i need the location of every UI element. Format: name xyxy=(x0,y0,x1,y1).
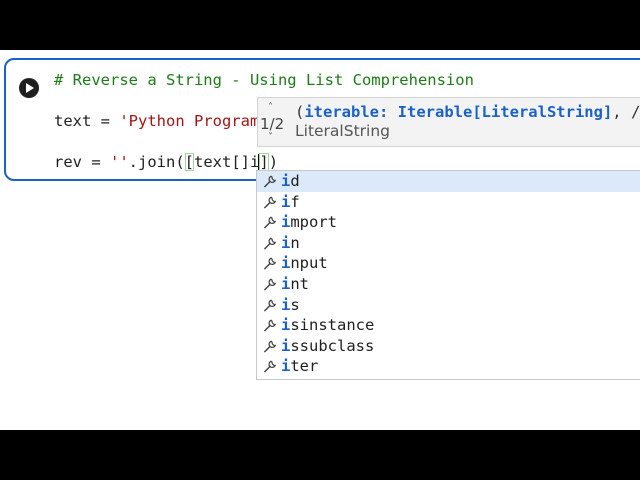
top-letterbox xyxy=(0,0,640,50)
suggestion-item[interactable]: issubclass xyxy=(257,336,640,357)
bracket-match-close: ] xyxy=(259,153,269,171)
suggestion-rest: ter xyxy=(290,357,319,376)
suggestion-item[interactable]: in xyxy=(257,233,640,254)
bracket-match-open: [ xyxy=(184,153,195,171)
suggestion-label: int xyxy=(281,274,309,295)
suggestion-item[interactable]: iter xyxy=(257,356,640,377)
suggestion-item[interactable]: input xyxy=(257,253,640,274)
run-cell-button[interactable] xyxy=(19,78,39,98)
match-highlight: i xyxy=(281,336,291,355)
suggestion-label: isinstance xyxy=(281,315,374,336)
wrench-icon xyxy=(262,339,278,354)
sig-open: ( xyxy=(295,103,305,121)
wrench-icon xyxy=(262,359,278,374)
code-line-text-assign: text = 'Python Program xyxy=(54,111,259,131)
match-highlight: i xyxy=(281,172,291,190)
signature-nav[interactable]: ˄ 1/2 ˅ xyxy=(258,98,288,148)
match-highlight: i xyxy=(281,295,291,314)
wrench-icon xyxy=(262,236,278,251)
wrench-icon xyxy=(262,174,278,189)
suggestion-rest: mport xyxy=(290,213,338,232)
match-highlight: i xyxy=(281,192,291,211)
signature-params: (iterable: Iterable[LiteralString], / xyxy=(295,102,640,122)
wrench-icon xyxy=(262,195,278,210)
suggestion-label: if xyxy=(281,192,300,213)
string-literal: 'Python Program xyxy=(119,112,260,130)
code-line-rev-assign[interactable]: rev = ''.join([text[]i]) xyxy=(54,152,278,172)
chevron-up-icon[interactable]: ˄ xyxy=(268,102,273,113)
active-parameter: iterable: Iterable[LiteralString] xyxy=(304,103,613,121)
wrench-icon xyxy=(262,318,278,333)
match-highlight: i xyxy=(281,233,291,252)
code-token: text[] xyxy=(194,153,251,171)
wrench-icon xyxy=(262,277,278,292)
suggestion-label: in xyxy=(281,233,300,254)
suggestion-item[interactable]: is xyxy=(257,295,640,316)
notebook-canvas: # Reverse a String - Using List Comprehe… xyxy=(0,50,640,430)
match-highlight: i xyxy=(281,274,291,293)
suggestion-rest: sinstance xyxy=(290,316,375,335)
suggestion-label: issubclass xyxy=(281,336,374,357)
suggestion-item[interactable]: import xyxy=(257,212,640,233)
signature-help-popup: ˄ 1/2 ˅ (iterable: Iterable[LiteralStrin… xyxy=(257,97,640,147)
signature-return-type: LiteralString xyxy=(295,122,390,140)
suggestion-label: import xyxy=(281,212,337,233)
suggestion-label: iter xyxy=(281,356,318,377)
suggestion-rest: f xyxy=(290,192,300,211)
match-highlight: i xyxy=(281,213,291,232)
code-token: text = xyxy=(54,112,120,130)
code-line-comment: # Reverse a String - Using List Comprehe… xyxy=(54,71,474,89)
autocomplete-list[interactable]: id if import in input int is isinstance issubcla… xyxy=(256,170,640,380)
code-token: rev = xyxy=(54,153,110,171)
code-token: .join( xyxy=(128,153,185,171)
match-highlight: i xyxy=(281,254,291,273)
code-token: ) xyxy=(268,153,279,171)
chevron-down-icon[interactable]: ˅ xyxy=(268,132,273,143)
suggestion-label: is xyxy=(281,295,300,316)
suggestion-item[interactable]: int xyxy=(257,274,640,295)
suggestion-rest: n xyxy=(290,233,300,252)
suggestion-item[interactable]: if xyxy=(257,192,640,213)
wrench-icon xyxy=(262,215,278,230)
signature-counter: 1/2 xyxy=(260,115,285,133)
wrench-icon xyxy=(262,256,278,271)
suggestion-label: id xyxy=(281,171,300,192)
suggestion-rest: nt xyxy=(290,274,310,293)
match-highlight: i xyxy=(281,316,291,335)
bottom-letterbox xyxy=(0,430,640,480)
suggestion-rest: ssubclass xyxy=(290,336,375,355)
suggestion-rest: nput xyxy=(290,254,328,273)
suggestion-rest: d xyxy=(290,172,300,190)
match-highlight: i xyxy=(281,357,291,376)
suggestion-item[interactable]: isinstance xyxy=(257,315,640,336)
sig-rest: , / xyxy=(612,103,640,121)
suggestion-rest: s xyxy=(290,295,300,314)
wrench-icon xyxy=(262,298,278,313)
suggestion-label: input xyxy=(281,253,328,274)
suggestion-item[interactable]: id xyxy=(257,171,640,192)
string-literal: '' xyxy=(110,153,129,171)
